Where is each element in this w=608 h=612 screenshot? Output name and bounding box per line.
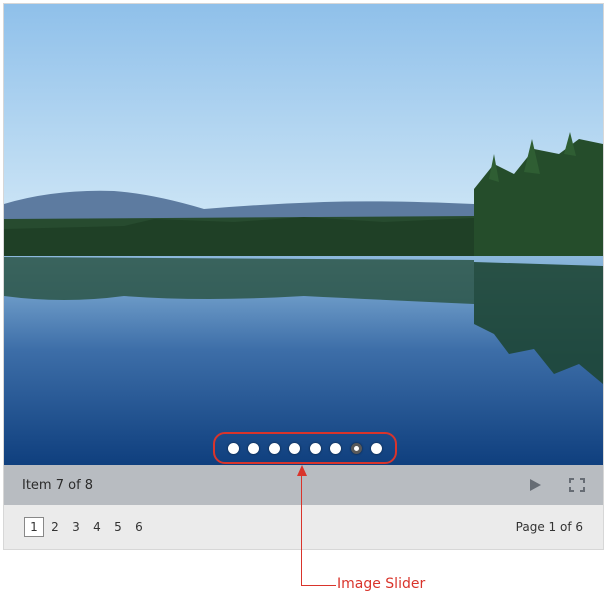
slider-dot[interactable] — [330, 442, 342, 454]
fullscreen-icon[interactable] — [569, 478, 585, 492]
slide-image[interactable] — [4, 4, 603, 465]
slider-dot[interactable] — [248, 442, 260, 454]
page-link[interactable]: 2 — [45, 517, 65, 537]
slider-dot[interactable] — [371, 442, 383, 454]
page-link[interactable]: 5 — [108, 517, 128, 537]
pager-info: Page 1 of 6 — [515, 520, 583, 534]
pager: 1 2 3 4 5 6 Page 1 of 6 — [4, 505, 603, 549]
page: Item 7 of 8 1 2 3 4 5 6 Page 1 of 6 Imag… — [0, 0, 608, 612]
slider-dot[interactable] — [289, 442, 301, 454]
slider-dot[interactable] — [227, 442, 239, 454]
callout-line — [301, 476, 302, 586]
image-slider-dots — [213, 432, 397, 464]
callout-arrowhead — [297, 465, 307, 476]
slider-dot[interactable] — [268, 442, 280, 454]
page-link[interactable]: 4 — [87, 517, 107, 537]
item-status: Item 7 of 8 — [22, 477, 94, 493]
page-link[interactable]: 6 — [129, 517, 149, 537]
callout-line — [301, 585, 336, 586]
slider-dot[interactable] — [309, 442, 321, 454]
lake-landscape-image — [4, 4, 603, 465]
play-icon[interactable] — [527, 477, 543, 493]
slider-dot[interactable] — [350, 442, 362, 454]
callout-label: Image Slider — [337, 576, 426, 592]
page-link[interactable]: 1 — [24, 517, 44, 537]
page-numbers: 1 2 3 4 5 6 — [24, 517, 516, 537]
page-link[interactable]: 3 — [66, 517, 86, 537]
